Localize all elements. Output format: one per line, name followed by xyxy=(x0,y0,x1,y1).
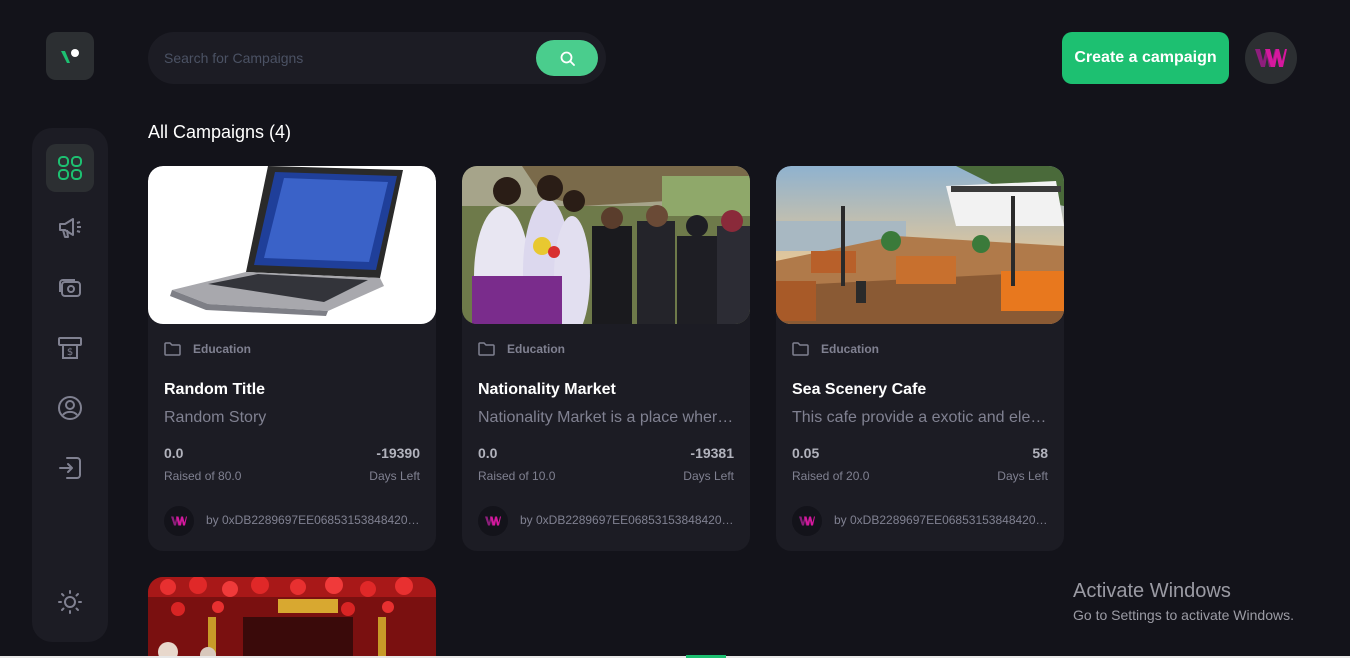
campaign-description: Random Story xyxy=(164,409,267,426)
sidebar-item-campaign[interactable] xyxy=(46,204,94,252)
category-label: Education xyxy=(821,342,880,356)
brand-logo-icon xyxy=(1255,49,1287,67)
search-icon xyxy=(560,51,575,66)
search-button[interactable] xyxy=(536,40,598,76)
days-left-value: -19381 xyxy=(690,445,734,461)
days-left-value: 58 xyxy=(1032,445,1048,461)
days-left-label: Days Left xyxy=(683,469,734,483)
campaign-owner: by 0xDB2289697EE06853153848420C3A5E9C1A1… xyxy=(206,513,420,527)
category-label: Education xyxy=(507,342,566,356)
sidebar-item-logout[interactable] xyxy=(46,444,94,492)
watermark-subtitle: Go to Settings to activate Windows. xyxy=(1073,607,1294,623)
raised-amount: 0.0 xyxy=(478,445,498,461)
raised-amount: 0.0 xyxy=(164,445,184,461)
raised-label: Raised of 80.0 xyxy=(164,469,242,483)
campaign-category: Education xyxy=(478,342,565,356)
campaign-category: Education xyxy=(792,342,879,356)
brand-logo-icon xyxy=(171,516,187,526)
activation-watermark: Activate Windows Go to Settings to activ… xyxy=(1073,580,1294,623)
campaign-card[interactable]: Education Random Title Random Story 0.0 … xyxy=(148,166,436,551)
campaign-card[interactable] xyxy=(148,577,436,658)
owner-avatar xyxy=(478,506,508,536)
sidebar-item-profile[interactable] xyxy=(46,384,94,432)
create-campaign-button[interactable]: Create a campaign xyxy=(1062,32,1229,84)
profile-avatar[interactable] xyxy=(1245,32,1297,84)
campaign-image xyxy=(776,166,1064,324)
days-left-label: Days Left xyxy=(997,469,1048,483)
campaign-card[interactable]: Education Nationality Market Nationality… xyxy=(462,166,750,551)
campaign-image xyxy=(148,577,436,658)
sidebar-item-payment[interactable] xyxy=(46,264,94,312)
sun-icon xyxy=(58,590,82,614)
logout-icon xyxy=(59,457,81,479)
campaign-description: Nationality Market is a place where peop… xyxy=(478,409,734,426)
raised-amount: 0.05 xyxy=(792,445,820,461)
campaign-card[interactable]: Education Sea Scenery Cafe This cafe pro… xyxy=(776,166,1064,551)
folder-icon xyxy=(792,342,809,356)
brand-logo-icon xyxy=(799,516,815,526)
sidebar-item-withdraw[interactable]: $ xyxy=(46,324,94,372)
dashboard-icon xyxy=(58,156,82,180)
theme-toggle[interactable] xyxy=(46,578,94,626)
owner-avatar xyxy=(164,506,194,536)
search-input[interactable] xyxy=(164,46,524,70)
raised-label: Raised of 10.0 xyxy=(478,469,556,483)
campaign-owner: by 0xDB2289697EE06853153848420C3A5E9C1A1… xyxy=(834,513,1048,527)
campaign-category: Education xyxy=(164,342,251,356)
search-bar xyxy=(148,32,606,84)
watermark-title: Activate Windows xyxy=(1073,580,1231,602)
folder-icon xyxy=(164,342,181,356)
profile-icon xyxy=(58,396,82,420)
campaign-title: Sea Scenery Cafe xyxy=(792,381,927,398)
sidebar-item-dashboard[interactable] xyxy=(46,144,94,192)
days-left-value: -19390 xyxy=(376,445,420,461)
campaign-image xyxy=(148,166,436,324)
owner-avatar xyxy=(792,506,822,536)
app-logo[interactable] xyxy=(46,32,94,80)
campaign-image xyxy=(462,166,750,324)
raised-label: Raised of 20.0 xyxy=(792,469,870,483)
section-title: All Campaigns (4) xyxy=(148,122,292,142)
withdraw-icon: $ xyxy=(58,337,82,359)
payment-icon xyxy=(59,279,81,297)
brand-logo-icon xyxy=(485,516,501,526)
campaign-description: This cafe provide a exotic and elegant v… xyxy=(792,409,1048,426)
campaign-title: Random Title xyxy=(164,381,266,398)
days-left-label: Days Left xyxy=(369,469,420,483)
campaign-title: Nationality Market xyxy=(478,381,616,398)
category-label: Education xyxy=(193,342,252,356)
svg-text:$: $ xyxy=(67,347,73,358)
logo-icon xyxy=(61,49,79,63)
campaign-owner: by 0xDB2289697EE06853153848420C3A5E9C1A1… xyxy=(520,513,734,527)
sidebar: $ xyxy=(32,128,108,642)
folder-icon xyxy=(478,342,495,356)
megaphone-icon xyxy=(59,218,81,238)
